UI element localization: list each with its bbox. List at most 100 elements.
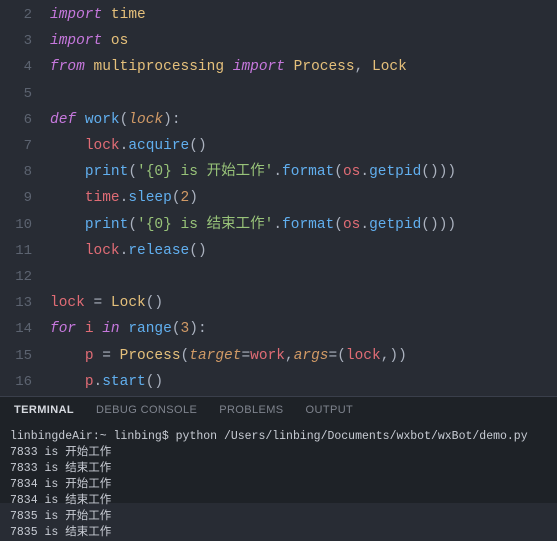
token-obj: Lock (111, 295, 146, 311)
terminal-output-line: 7834 is 开始工作 (10, 477, 547, 493)
token-obj: Process (120, 348, 181, 364)
token-p: =( (329, 348, 346, 364)
code-line[interactable]: for i in range(3): (50, 316, 557, 342)
token-p (50, 138, 85, 154)
line-number: 7 (0, 133, 32, 159)
line-number: 6 (0, 107, 32, 133)
line-number: 11 (0, 238, 32, 264)
panel-tab-output[interactable]: OUTPUT (306, 404, 354, 416)
token-p: = (241, 348, 250, 364)
token-p (50, 374, 85, 390)
code-area[interactable]: import timeimport osfrom multiprocessing… (50, 0, 557, 396)
panel-tabs: TERMINAL DEBUG CONSOLE PROBLEMS OUTPUT (0, 396, 557, 423)
token-call: format (282, 217, 334, 233)
token-kw: in (102, 321, 119, 337)
token-call: format (282, 164, 334, 180)
token-p: () (146, 374, 163, 390)
token-call: getpid (369, 164, 421, 180)
token-kw: for (50, 321, 76, 337)
panel-tab-debug-console[interactable]: DEBUG CONSOLE (96, 404, 197, 416)
code-line[interactable] (50, 81, 557, 107)
token-var: os (343, 217, 360, 233)
token-var: lock (50, 295, 85, 311)
token-param: args (294, 348, 329, 364)
line-number: 2 (0, 2, 32, 28)
token-var: time (85, 190, 120, 206)
token-p: ( (172, 190, 181, 206)
code-line[interactable]: import time (50, 2, 557, 28)
token-p (50, 217, 85, 233)
token-p (94, 321, 103, 337)
token-call: getpid (369, 217, 421, 233)
token-p (224, 59, 233, 75)
line-number: 9 (0, 185, 32, 211)
token-p: () (189, 138, 206, 154)
token-str: '{0} is 开始工作' (137, 164, 273, 180)
line-number: 14 (0, 316, 32, 342)
token-p: () (189, 243, 206, 259)
code-line[interactable]: p.start() (50, 369, 557, 395)
code-line[interactable]: time.sleep(2) (50, 185, 557, 211)
token-var: os (343, 164, 360, 180)
code-line[interactable]: from multiprocessing import Process, Loc… (50, 54, 557, 80)
panel-tab-problems[interactable]: PROBLEMS (219, 404, 283, 416)
line-gutter: 2345678910111213141516 (0, 0, 50, 396)
token-p: ) (189, 190, 198, 206)
terminal-output-line: 7835 is 结束工作 (10, 525, 547, 541)
token-def: def (50, 112, 76, 128)
token-var: lock (85, 138, 120, 154)
panel-tab-terminal[interactable]: TERMINAL (14, 404, 74, 416)
code-line[interactable] (50, 264, 557, 290)
token-call: release (128, 243, 189, 259)
terminal-output-line: 7834 is 结束工作 (10, 493, 547, 509)
token-p: . (360, 164, 369, 180)
line-number: 12 (0, 264, 32, 290)
token-p (50, 243, 85, 259)
token-p: ( (128, 164, 137, 180)
token-var: work (250, 348, 285, 364)
code-line[interactable]: def work(lock): (50, 107, 557, 133)
code-line[interactable]: lock.release() (50, 238, 557, 264)
token-call: acquire (128, 138, 189, 154)
code-line[interactable]: print('{0} is 结束工作'.format(os.getpid())) (50, 212, 557, 238)
token-p (50, 164, 85, 180)
terminal-prompt-line: linbingdeAir:~ linbing$ python /Users/li… (10, 429, 547, 445)
token-num: 3 (181, 321, 190, 337)
token-call: range (128, 321, 172, 337)
token-p: ())) (421, 217, 456, 233)
token-param: lock (128, 112, 163, 128)
terminal-output[interactable]: linbingdeAir:~ linbing$ python /Users/li… (0, 423, 557, 503)
token-var: lock (346, 348, 381, 364)
token-param: target (189, 348, 241, 364)
code-line[interactable]: print('{0} is 开始工作'.format(os.getpid())) (50, 159, 557, 185)
token-p (50, 190, 85, 206)
token-p: , (285, 348, 294, 364)
token-mod: os (111, 33, 128, 49)
token-var: p (85, 348, 94, 364)
code-line[interactable]: p = Process(target=work,args=(lock,)) (50, 343, 557, 369)
terminal-output-line: 7833 is 开始工作 (10, 445, 547, 461)
code-editor[interactable]: 2345678910111213141516 import timeimport… (0, 0, 557, 396)
token-p (50, 348, 85, 364)
token-p: ( (334, 217, 343, 233)
token-call: sleep (128, 190, 172, 206)
token-name: work (85, 112, 120, 128)
line-number: 10 (0, 212, 32, 238)
token-p: ,)) (381, 348, 407, 364)
token-p: ( (172, 321, 181, 337)
line-number: 8 (0, 159, 32, 185)
token-var: i (85, 321, 94, 337)
token-p: ( (128, 217, 137, 233)
token-var: lock (85, 243, 120, 259)
token-p: . (94, 374, 103, 390)
token-kw: from (50, 59, 85, 75)
token-call: start (102, 374, 146, 390)
prompt-host: linbingdeAir:~ linbing$ (10, 430, 176, 443)
line-number: 16 (0, 369, 32, 395)
token-kw: import (50, 33, 102, 49)
code-line[interactable]: import os (50, 28, 557, 54)
token-p: ( (181, 348, 190, 364)
code-line[interactable]: lock = Lock() (50, 290, 557, 316)
code-line[interactable]: lock.acquire() (50, 133, 557, 159)
token-p: . (273, 164, 282, 180)
